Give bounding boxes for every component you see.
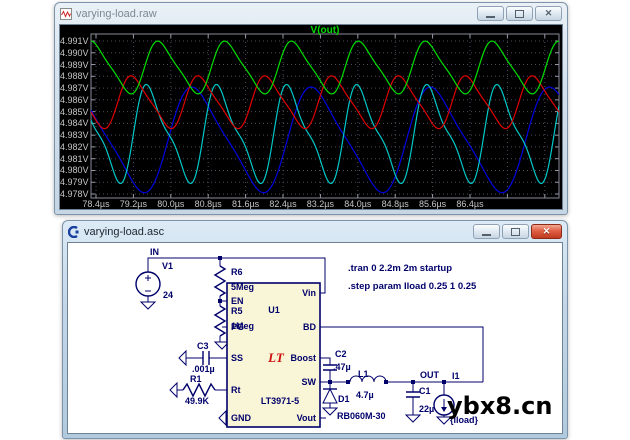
label-r5-ref[interactable]: R5 xyxy=(231,306,243,316)
restore-icon xyxy=(515,10,524,18)
pin-ss: SS xyxy=(231,353,243,363)
restore-icon xyxy=(511,228,520,236)
directive-step[interactable]: .step param Iload 0.25 1 0.25 xyxy=(348,281,477,292)
waveform-titlebar[interactable]: varying-load.raw ✕ xyxy=(55,3,567,24)
close-button[interactable]: ✕ xyxy=(531,224,562,239)
trace-green xyxy=(91,41,559,94)
pin-sw: SW xyxy=(302,377,317,387)
pin-rt: Rt xyxy=(231,385,241,395)
schematic-window-title: varying-load.asc xyxy=(84,226,164,238)
schematic-titlebar[interactable]: varying-load.asc ✕ xyxy=(63,221,567,242)
label-r6-ref[interactable]: R6 xyxy=(231,267,243,277)
close-icon: ✕ xyxy=(545,9,553,18)
y-tick-label: 4.990V xyxy=(60,48,88,58)
label-c1-ref[interactable]: C1 xyxy=(419,386,431,396)
resistor-r5[interactable] xyxy=(215,306,225,336)
waveform-window: varying-load.raw ✕ V(out) 4.991V 4.990V 4.… xyxy=(54,2,568,215)
resistor-r1[interactable] xyxy=(183,384,215,396)
restore-button[interactable] xyxy=(502,224,529,239)
y-tick-label: 4.986V xyxy=(60,95,88,105)
close-button[interactable]: ✕ xyxy=(535,6,562,21)
waveform-canvas xyxy=(60,25,562,209)
y-tick-label: 4.983V xyxy=(60,130,88,140)
label-d1-ref[interactable]: D1 xyxy=(338,394,350,404)
label-l1-ref[interactable]: L1 xyxy=(358,369,369,379)
voltage-source-v1[interactable] xyxy=(136,272,160,296)
pin-vout: Vout xyxy=(297,413,316,423)
pin-en: EN xyxy=(231,296,244,306)
plot-inner: V(out) 4.991V 4.990V 4.989V4.988V 4.987V 4.9… xyxy=(60,25,562,209)
waveform-window-title: varying-load.raw xyxy=(76,8,157,20)
pin-gnd: GND xyxy=(231,413,252,423)
minimize-icon xyxy=(482,234,491,236)
label-r6-value[interactable]: 5Meg xyxy=(231,282,254,292)
schematic-file-icon xyxy=(68,226,80,238)
y-tick-label: 4.980V xyxy=(60,165,88,175)
y-tick-label: 4.988V xyxy=(60,71,88,81)
y-tick-label: 4.978V xyxy=(60,189,88,199)
directive-tran[interactable]: .tran 0 2.2m 2m startup xyxy=(348,263,452,274)
y-tick-label: 4.987V xyxy=(60,83,88,93)
label-c3-value[interactable]: .001µ xyxy=(192,364,215,374)
label-u1-part[interactable]: LT3971-5 xyxy=(261,396,299,406)
desktop: { "waveform_window": { "title": "varying… xyxy=(0,0,630,440)
label-c2-value[interactable]: .47µ xyxy=(333,362,351,372)
label-i1-ref[interactable]: I1 xyxy=(452,371,460,381)
capacitor-c1[interactable] xyxy=(406,392,420,397)
pin-bd: BD xyxy=(303,322,316,332)
resistor-r6[interactable] xyxy=(215,266,225,296)
label-r1-ref[interactable]: R1 xyxy=(190,374,202,384)
minimize-button[interactable] xyxy=(477,6,504,21)
label-u1-ref[interactable]: U1 xyxy=(268,305,280,315)
y-tick-label: 4.984V xyxy=(60,118,88,128)
net-label-out[interactable]: OUT xyxy=(420,370,440,380)
trace-legend[interactable]: V(out) xyxy=(91,25,559,36)
label-d1-value[interactable]: RB060M-30 xyxy=(337,411,386,421)
waveform-file-icon xyxy=(60,8,72,20)
y-tick-label: 4.991V xyxy=(60,36,88,46)
label-c3-ref[interactable]: C3 xyxy=(197,341,209,351)
pin-pg: PG xyxy=(231,322,244,332)
trace-cyan xyxy=(91,84,559,183)
y-tick-label: 4.981V xyxy=(60,154,88,164)
lt-logo: LT xyxy=(267,350,285,365)
y-tick-label: 4.985V xyxy=(60,107,88,117)
label-v1-ref[interactable]: V1 xyxy=(162,261,173,271)
restore-button[interactable] xyxy=(506,6,533,21)
net-label-in[interactable]: IN xyxy=(150,247,159,257)
y-tick-label: 4.982V xyxy=(60,142,88,152)
pin-boost: Boost xyxy=(291,353,317,363)
trace-blue xyxy=(91,87,559,193)
x-tick-label: 86.4µs xyxy=(448,199,492,209)
minimize-button[interactable] xyxy=(473,224,500,239)
label-l1-value[interactable]: 4.7µ xyxy=(356,390,374,400)
label-r1-value[interactable]: 49.9K xyxy=(185,396,210,406)
close-icon: ✕ xyxy=(543,227,551,236)
waveform-plot-area[interactable]: V(out) 4.991V 4.990V 4.989V4.988V 4.987V 4.9… xyxy=(59,24,563,210)
pin-vin: Vin xyxy=(302,288,316,298)
y-tick-label: 4.989V xyxy=(60,60,88,70)
diode-d1[interactable] xyxy=(323,389,337,403)
capacitor-c3[interactable] xyxy=(203,351,209,365)
label-v1-value[interactable]: 24 xyxy=(163,290,173,300)
label-c1-value[interactable]: 22µ xyxy=(419,404,434,414)
label-c2-ref[interactable]: C2 xyxy=(335,349,347,359)
minimize-icon xyxy=(486,16,495,18)
watermark: ybx8.cn xyxy=(447,392,552,420)
y-tick-label: 4.979V xyxy=(60,177,88,187)
